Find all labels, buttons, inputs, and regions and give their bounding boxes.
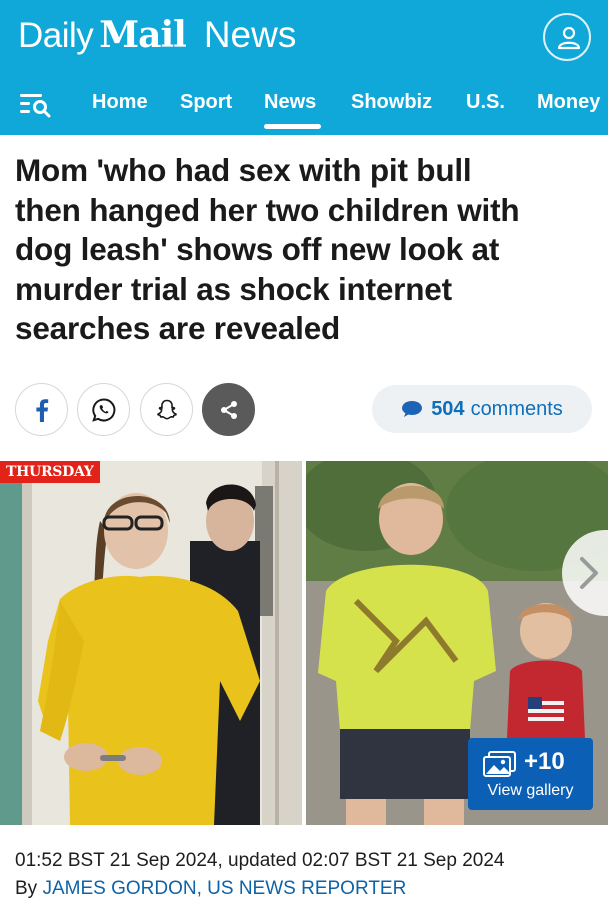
gallery-icon (483, 751, 516, 777)
author-link[interactable]: JAMES GORDON, US NEWS REPORTER (42, 878, 406, 899)
gallery-count: +10 (524, 748, 565, 775)
headline-line: dog leash' shows off new look at (15, 231, 500, 267)
headline-line: then hanged her two children with (15, 191, 520, 228)
facebook-icon (35, 398, 48, 422)
nav-money[interactable]: Money (537, 91, 600, 114)
share-whatsapp-button[interactable] (77, 383, 130, 436)
chevron-right-icon (580, 557, 598, 589)
site-header: Daily Mail News Home Sport News Showbiz … (0, 0, 608, 135)
site-logo[interactable]: Daily Mail News (18, 14, 296, 60)
nav-sport[interactable]: Sport (180, 91, 232, 114)
comments-label: comments (470, 397, 563, 420)
headline-line: Mom 'who had sex with pit bull (15, 152, 472, 188)
comments-button[interactable]: 504 comments (372, 385, 592, 433)
logo-mail: Mail (99, 14, 187, 56)
share-icon (220, 400, 237, 419)
nav-active-indicator (264, 124, 321, 129)
nav-news[interactable]: News (264, 91, 316, 114)
nav-us[interactable]: U.S. (466, 91, 505, 114)
main-nav: Home Sport News Showbiz U.S. Money (0, 80, 608, 135)
snapchat-icon (156, 399, 177, 419)
share-more-button[interactable] (202, 383, 255, 436)
article-byline: By JAMES GORDON, US NEWS REPORTER (15, 878, 406, 900)
article-dateline: 01:52 BST 21 Sep 2024, updated 02:07 BST… (15, 850, 505, 871)
view-gallery-button[interactable]: +10 View gallery (468, 738, 593, 810)
court-photo[interactable] (0, 461, 302, 825)
nav-showbiz[interactable]: Showbiz (351, 91, 432, 114)
article-headline: Mom 'who had sex with pit bull then hang… (15, 151, 600, 349)
nav-home[interactable]: Home (92, 91, 148, 114)
section-title: News (203, 14, 297, 55)
gallery-label: View gallery (487, 782, 574, 799)
account-button[interactable] (543, 13, 591, 61)
menu-button[interactable] (19, 88, 53, 120)
share-facebook-button[interactable] (15, 383, 68, 436)
comment-bubble-icon (402, 401, 423, 417)
photo-tag: THURSDAY (0, 461, 100, 483)
court-photo-illustration (0, 461, 302, 825)
logo-daily: Daily (18, 16, 94, 55)
user-icon (557, 26, 581, 50)
comments-count: 504 (431, 397, 465, 420)
menu-search-icon (20, 94, 51, 118)
headline-line: searches are revealed (15, 310, 341, 346)
share-snapchat-button[interactable] (140, 383, 193, 436)
headline-line: murder trial as shock internet (15, 270, 452, 307)
byline-prefix: By (15, 878, 38, 899)
whatsapp-icon (91, 397, 115, 422)
